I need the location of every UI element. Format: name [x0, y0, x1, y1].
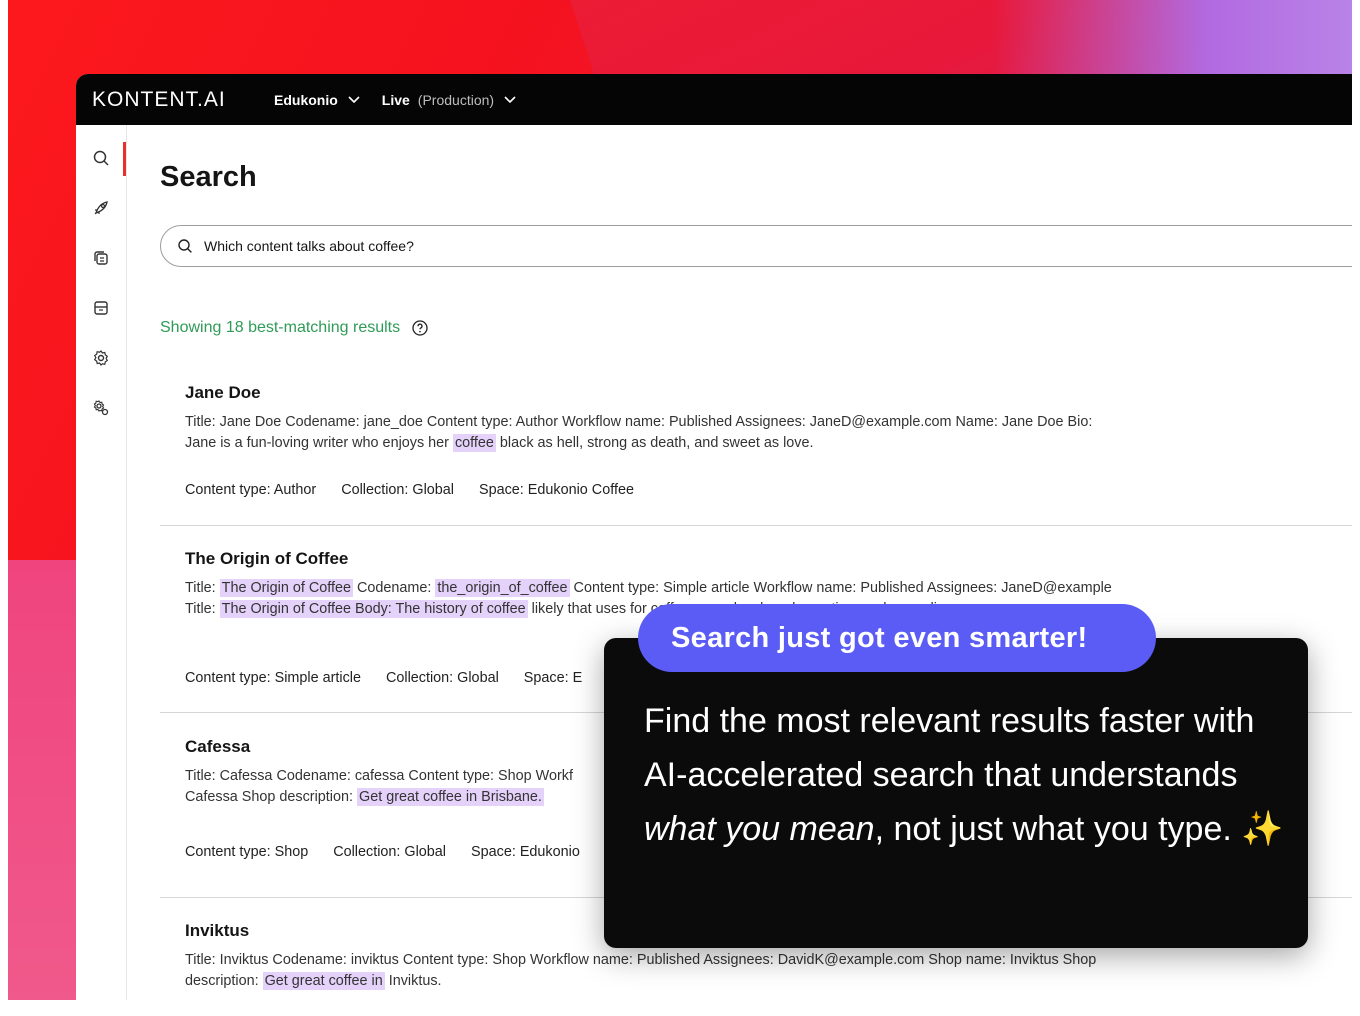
chevron-down-icon: [348, 95, 360, 103]
assets-icon[interactable]: [92, 299, 110, 317]
description-text: Title:: [185, 580, 220, 596]
highlighted-match: the_origin_of_coffee: [435, 579, 570, 597]
announcement-body: Find the most relevant results faster wi…: [644, 694, 1284, 856]
help-icon[interactable]: [412, 320, 428, 336]
project-switcher[interactable]: Edukonio: [274, 92, 360, 108]
meta-space: Space: Edukonio Coffee: [479, 482, 634, 498]
search-icon[interactable]: [92, 149, 110, 167]
rocket-icon[interactable]: [92, 199, 110, 217]
meta-content-type: Content type: Author: [185, 482, 317, 498]
meta-space: Space: Edukonio: [471, 844, 580, 860]
highlighted-match: The Origin of Coffee Body: The history o…: [219, 600, 528, 618]
result-meta: Content type: Shop Collection: Global Sp…: [185, 844, 605, 860]
highlighted-match: Get great coffee in: [262, 972, 385, 990]
project-settings-icon[interactable]: [92, 399, 110, 417]
meta-collection: Collection: Global: [341, 482, 454, 498]
sidebar-active-indicator: [123, 142, 126, 176]
logo: KONTENT.AI: [92, 87, 226, 111]
project-name: Edukonio: [274, 91, 338, 108]
environment-switcher[interactable]: Live (Production): [382, 92, 516, 108]
page-title: Search: [160, 161, 257, 193]
result-description: Title: Inviktus Codename: inviktus Conte…: [185, 950, 1115, 992]
description-text: Inviktus.: [384, 973, 442, 989]
environment-name: Live: [381, 91, 410, 108]
meta-collection: Collection: Global: [333, 844, 447, 860]
announcement-body-1: Find the most relevant results faster wi…: [644, 702, 1255, 794]
result-divider: [160, 525, 1352, 526]
result-title[interactable]: Jane Doe: [185, 383, 1352, 403]
result-meta: Content type: Author Collection: Global …: [185, 482, 659, 498]
highlighted-match: Get great coffee in Brisbane.: [357, 788, 544, 806]
results-count-text: Showing 18 best-matching results: [160, 319, 401, 336]
meta-content-type: Content type: Simple article: [185, 670, 361, 686]
top-bar: KONTENT.AI Edukonio Live (Production): [76, 74, 1352, 125]
result-item[interactable]: Jane Doe Title: Jane Doe Codename: jane_…: [160, 383, 1352, 498]
result-description: Title: Cafessa Codename: cafessa Content…: [185, 766, 615, 808]
announcement-body-emphasis: what you mean: [644, 810, 875, 848]
sparkle-icon: ✨: [1241, 810, 1284, 848]
meta-space: Space: E: [523, 670, 583, 686]
description-text: black as hell, strong as death, and swee…: [495, 435, 814, 451]
chevron-down-icon: [504, 95, 516, 103]
announcement-body-2: , not just what you type.: [874, 810, 1242, 848]
announcement-headline: Search just got even smarter!: [638, 604, 1156, 672]
meta-collection: Collection: Global: [385, 670, 499, 686]
result-meta: Content type: Simple article Collection:…: [185, 670, 607, 686]
sidebar: [76, 125, 127, 1000]
result-description: Title: Jane Doe Codename: jane_doe Conte…: [185, 412, 1115, 454]
search-icon: [178, 239, 192, 253]
search-input[interactable]: [202, 237, 1206, 255]
highlighted-match: The Origin of Coffee: [219, 579, 353, 597]
settings-icon[interactable]: [92, 349, 110, 367]
search-box[interactable]: [160, 225, 1352, 267]
environment-sub: (Production): [417, 91, 495, 108]
meta-content-type: Content type: Shop: [185, 844, 309, 860]
background-upper-right: [992, 0, 1352, 80]
result-title[interactable]: The Origin of Coffee: [185, 549, 1352, 569]
results-count: Showing 18 best-matching results: [160, 319, 428, 337]
description-text: Codename:: [352, 580, 436, 596]
highlighted-match: coffee: [452, 434, 496, 452]
content-icon[interactable]: [92, 249, 110, 267]
